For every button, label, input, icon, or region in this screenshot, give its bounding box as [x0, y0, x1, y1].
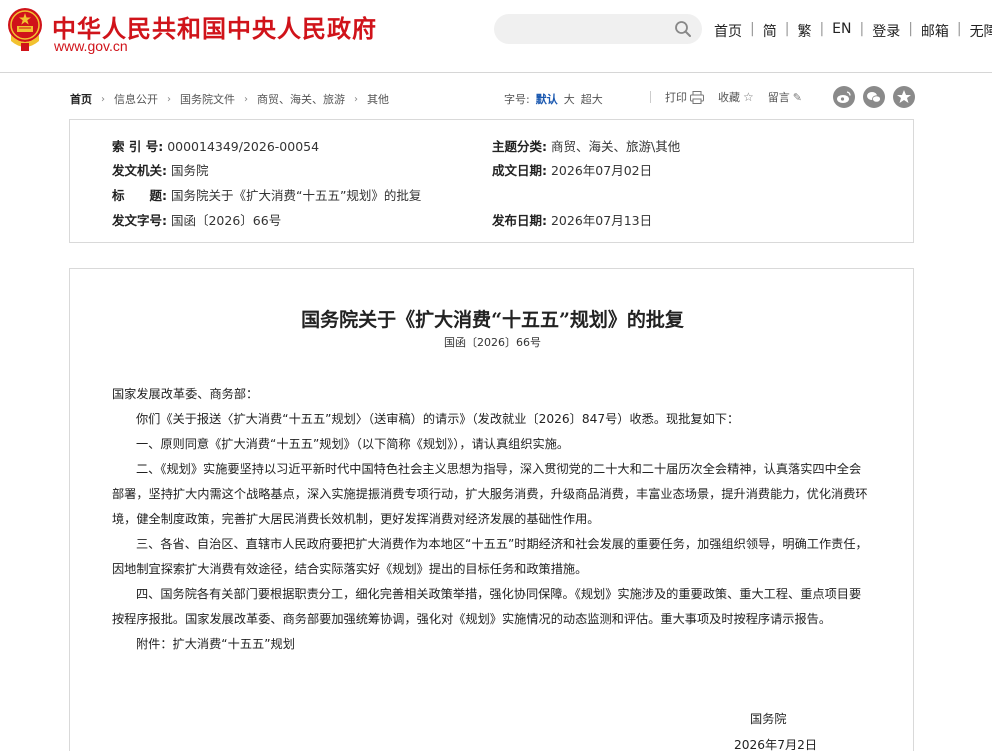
issuer-row: 发文机关: 国务院	[112, 160, 209, 179]
chevron-right-icon: ›	[167, 93, 171, 105]
index-number-label: 索 引 号:	[112, 139, 164, 154]
written-date-value: 2026年07月02日	[550, 163, 653, 178]
article-salutation: 国家发展改革委、商务部：	[112, 387, 259, 401]
breadcrumb-state-council-docs[interactable]: 国务院文件	[180, 91, 235, 107]
index-number-row: 索 引 号: 000014349/2026-00054	[112, 136, 319, 155]
published-date-value: 2026年07月13日	[550, 213, 653, 228]
doc-number-row: 发文字号: 国函〔2026〕66号	[112, 210, 281, 229]
written-date-row: 成文日期: 2026年07月02日	[492, 160, 652, 179]
title-label: 标 题:	[112, 188, 167, 203]
font-size-default[interactable]: 默认	[536, 91, 558, 107]
font-size-switcher: 字号: 默认 大 超大	[504, 91, 603, 107]
issuer-value: 国务院	[170, 163, 209, 178]
font-size-label: 字号:	[504, 93, 530, 106]
star-icon: ☆	[743, 90, 754, 104]
nav-home-link[interactable]: 首页	[712, 21, 750, 41]
breadcrumb: 首页 › 信息公开 › 国务院文件 › 商贸、海关、旅游 › 其他	[70, 91, 389, 107]
article-paragraph: 四、国务院各有关部门要根据职责分工，细化完善相关政策举措，强化协同保障。《规划》…	[112, 587, 862, 626]
title-value: 国务院关于《扩大消费“十五五”规划》的批复	[170, 188, 422, 203]
qzone-icon[interactable]	[893, 86, 915, 108]
nav-accessibility-link[interactable]: 无障碍	[962, 21, 992, 41]
article-paragraph: 二、《规划》实施要坚持以习近平新时代中国特色社会主义思想为指导，深入贯彻党的二十…	[112, 462, 868, 526]
nav-login-link[interactable]: 登录	[864, 21, 908, 41]
comment-button[interactable]: 留言 ✎	[768, 89, 802, 105]
title-row: 标 题: 国务院关于《扩大消费“十五五”规划》的批复	[112, 185, 421, 204]
doc-number-value: 国函〔2026〕66号	[170, 213, 282, 228]
nav-simplified-link[interactable]: 简	[755, 21, 785, 41]
font-size-large[interactable]: 大	[564, 91, 575, 107]
wechat-icon[interactable]	[863, 86, 885, 108]
share-buttons	[833, 86, 915, 108]
article-paragraph: 三、各省、自治区、直辖市人民政府要把扩大消费作为本地区“十五五”时期经济和社会发…	[112, 537, 868, 576]
nav-mail-link[interactable]: 邮箱	[913, 21, 957, 41]
doc-number-label: 发文字号:	[112, 213, 167, 228]
topic-value: 商贸、海关、旅游\其他	[550, 139, 681, 154]
breadcrumb-other[interactable]: 其他	[367, 91, 389, 107]
header-divider	[0, 72, 992, 73]
signature-date: 2026年7月2日	[734, 738, 818, 751]
search-input[interactable]	[494, 14, 702, 44]
signature-organization: 国务院	[750, 712, 787, 726]
weibo-icon[interactable]	[833, 86, 855, 108]
chevron-right-icon: ›	[244, 93, 248, 105]
written-date-label: 成文日期:	[492, 163, 547, 178]
national-emblem-icon[interactable]	[5, 5, 45, 53]
nav-traditional-link[interactable]: 繁	[789, 21, 819, 41]
top-nav: 首页| 简| 繁| EN| 登录| 邮箱| 无障碍	[712, 21, 992, 41]
topic-label: 主题分类:	[492, 139, 547, 154]
document-metadata-table: 索 引 号: 000014349/2026-00054 发文机关: 国务院 标 …	[69, 119, 914, 243]
page-tools: 打印 收藏 ☆ 留言 ✎	[650, 89, 816, 105]
chevron-right-icon: ›	[101, 93, 105, 105]
printer-icon	[690, 90, 704, 104]
issuer-label: 发文机关:	[112, 163, 167, 178]
article-paragraph: 你们《关于报送〈扩大消费“十五五”规划〉（送审稿）的请示》（发改就业〔2026〕…	[136, 412, 740, 426]
published-date-label: 发布日期:	[492, 213, 547, 228]
topic-row: 主题分类: 商贸、海关、旅游\其他	[492, 136, 680, 155]
pencil-icon: ✎	[792, 90, 802, 104]
breadcrumb-toolbar: 首页 › 信息公开 › 国务院文件 › 商贸、海关、旅游 › 其他 字号: 默认…	[70, 86, 915, 108]
breadcrumb-home[interactable]: 首页	[70, 91, 92, 107]
favorite-label: 收藏	[718, 91, 740, 104]
tool-divider	[650, 91, 651, 103]
search-icon[interactable]	[674, 20, 692, 38]
site-header: 中华人民共和国中央人民政府 www.gov.cn 首页 | 简 | 繁 | EN | 登…	[0, 0, 992, 70]
attachment-link[interactable]: 附件：扩大消费“十五五”规划	[112, 632, 872, 657]
published-date-row: 发布日期: 2026年07月13日	[492, 210, 652, 229]
print-label: 打印	[665, 91, 687, 104]
article-title: 国务院关于《扩大消费“十五五”规划》的批复	[301, 309, 684, 331]
favorite-button[interactable]: 收藏 ☆	[718, 89, 754, 105]
breadcrumb-info-public[interactable]: 信息公开	[114, 91, 158, 107]
font-size-extra-large[interactable]: 超大	[581, 91, 603, 107]
article-content: 国务院关于《扩大消费“十五五”规划》的批复 国函〔2026〕66号 国家发展改革…	[69, 268, 914, 751]
article-doc-number: 国函〔2026〕66号	[444, 336, 541, 349]
chevron-right-icon: ›	[354, 93, 358, 105]
comment-label: 留言	[767, 91, 790, 104]
site-url: www.gov.cn	[54, 38, 128, 54]
nav-english-link[interactable]: EN	[824, 21, 859, 41]
print-button[interactable]: 打印	[665, 89, 704, 105]
index-number-value: 000014349/2026-00054	[167, 139, 320, 154]
article-body: 国家发展改革委、商务部： 你们《关于报送〈扩大消费“十五五”规划〉（送审稿）的请…	[112, 382, 872, 657]
article-paragraph: 一、原则同意《扩大消费“十五五”规划》（以下简称《规划》），请认真组织实施。	[136, 437, 570, 451]
breadcrumb-trade-customs-tourism[interactable]: 商贸、海关、旅游	[257, 91, 345, 107]
